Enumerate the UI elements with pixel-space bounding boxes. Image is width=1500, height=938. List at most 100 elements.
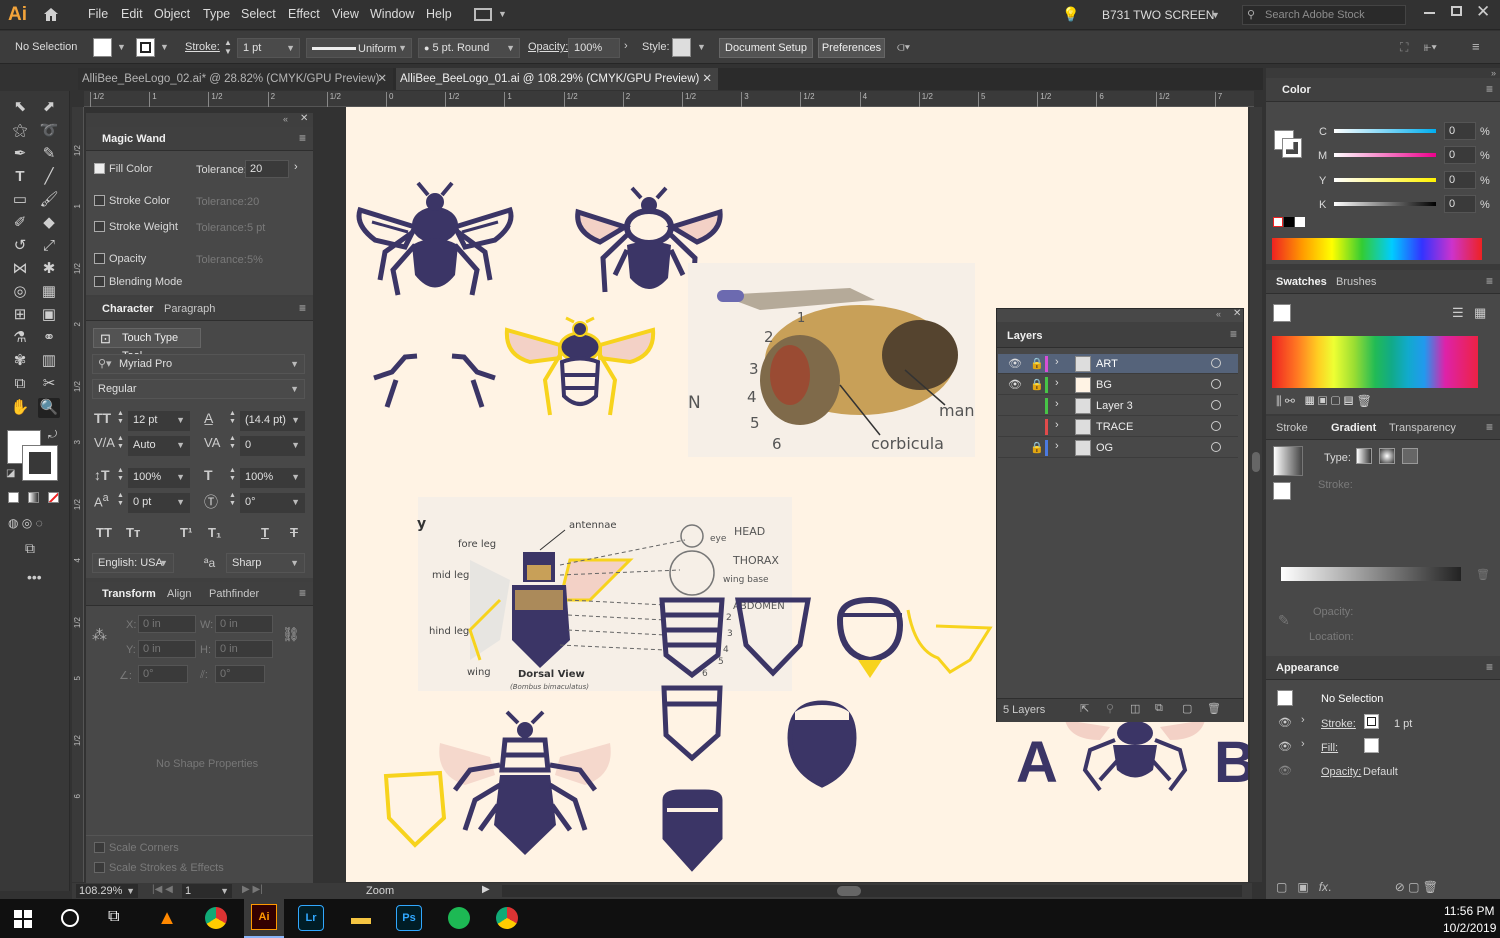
menu-type[interactable]: Type: [203, 7, 230, 21]
close-icon[interactable]: ✕: [1233, 308, 1241, 319]
panel-menu-icon[interactable]: ≡: [299, 586, 306, 600]
opacity-field[interactable]: 100%: [568, 38, 620, 58]
font-style-select[interactable]: Regular ▼: [92, 379, 305, 399]
collapse-icon[interactable]: «: [283, 114, 288, 124]
document-setup-button[interactable]: Document Setup: [719, 38, 813, 58]
stroke-weight-checkbox[interactable]: [94, 221, 105, 232]
stepper-icon[interactable]: ▲ ▼: [117, 410, 124, 426]
trash-icon[interactable]: 🗑: [1476, 568, 1490, 581]
stepper-icon[interactable]: ▲ ▼: [229, 492, 236, 508]
collapse-icon[interactable]: «: [1216, 309, 1221, 319]
symbol-sprayer-tool-icon[interactable]: ✾: [9, 351, 31, 371]
kerning-select[interactable]: Auto ▼: [128, 436, 190, 456]
chevron-down-icon[interactable]: ▼: [1211, 10, 1220, 20]
vertical-scale-select[interactable]: 100% ▼: [128, 468, 190, 488]
chevron-right-icon[interactable]: ›: [1055, 419, 1059, 431]
menu-view[interactable]: View: [332, 7, 359, 21]
direct-selection-tool-icon[interactable]: ⬈: [38, 97, 60, 117]
graph-tool-icon[interactable]: ▥: [38, 351, 60, 371]
rotate-field[interactable]: 0°: [138, 665, 188, 683]
clock-date[interactable]: 10/2/2019: [1443, 921, 1496, 935]
appearance-opacity-label[interactable]: Opacity:: [1321, 766, 1361, 778]
baseline-shift-select[interactable]: 0 pt ▼: [128, 493, 190, 513]
lock-icon[interactable]: 🔒: [1030, 357, 1044, 370]
small-caps-icon[interactable]: Tт: [126, 525, 140, 540]
eye-icon[interactable]: 👁: [1278, 764, 1292, 777]
panel-menu-icon[interactable]: ≡: [1486, 82, 1493, 96]
stepper-icon[interactable]: ▲ ▼: [229, 435, 236, 451]
chevron-right-icon[interactable]: ›: [1055, 356, 1059, 368]
stroke-color-box[interactable]: [1282, 138, 1302, 158]
chevron-right-icon[interactable]: ›: [1301, 714, 1305, 726]
leading-select[interactable]: (14.4 pt) ▼: [240, 411, 305, 431]
stepper-icon[interactable]: ▲ ▼: [117, 467, 124, 483]
search-stock-input[interactable]: ⚲ Search Adobe Stock: [1242, 5, 1406, 25]
stroke-swatch[interactable]: [1364, 714, 1379, 729]
reference-point-icon[interactable]: ⁂: [92, 626, 107, 644]
gradient-mode-icon[interactable]: [28, 492, 39, 503]
panel-menu-icon[interactable]: ≡: [1486, 660, 1493, 674]
menu-window[interactable]: Window: [370, 7, 414, 21]
panel-menu-icon[interactable]: ≡: [1486, 274, 1493, 288]
white-swatch[interactable]: [1295, 217, 1305, 227]
target-icon[interactable]: [1211, 421, 1221, 431]
fill-color-box[interactable]: [1273, 482, 1291, 500]
scale-strokes-checkbox[interactable]: [94, 862, 105, 873]
curvature-tool-icon[interactable]: ✎: [38, 144, 60, 164]
illustrator-icon[interactable]: Ai: [244, 899, 284, 938]
default-colors-icon[interactable]: ◪: [6, 468, 15, 479]
bee-logo-outline[interactable]: [356, 181, 514, 296]
chevron-down-icon[interactable]: ▼: [498, 9, 507, 19]
chrome-icon[interactable]: [201, 903, 231, 933]
panel-menu-icon[interactable]: ≡: [1230, 327, 1237, 341]
artboard-tool-icon[interactable]: ⧉: [9, 374, 31, 394]
tab-character[interactable]: Character: [102, 303, 153, 315]
channel-m-field[interactable]: 0: [1444, 146, 1476, 164]
all-caps-icon[interactable]: TT: [96, 525, 112, 540]
close-icon[interactable]: ✕: [377, 68, 387, 90]
layer-row-trace[interactable]: › TRACE: [998, 417, 1238, 437]
touch-type-tool-button[interactable]: ⊡Touch Type Tool: [93, 328, 201, 362]
locate-object-icon[interactable]: ⚲: [1106, 702, 1114, 715]
none-mode-icon[interactable]: [48, 492, 59, 503]
paintbrush-tool-icon[interactable]: 🖌: [38, 190, 60, 210]
selection-tool-icon[interactable]: ⬉: [9, 97, 31, 117]
pen-tool-icon[interactable]: ✒: [9, 144, 31, 164]
yellow-slider[interactable]: [1334, 178, 1436, 182]
tab-document-01[interactable]: AlliBee_BeeLogo_01.ai @ 108.29% (CMYK/GP…: [396, 68, 718, 90]
swatch-grid[interactable]: [1272, 336, 1478, 388]
eyedropper-tool-icon[interactable]: ⚗: [9, 328, 31, 348]
graphic-style-swatch[interactable]: [672, 38, 691, 57]
cortana-icon[interactable]: [61, 909, 79, 927]
superscript-icon[interactable]: T¹: [180, 525, 192, 540]
cyan-slider[interactable]: [1334, 129, 1436, 133]
magic-wand-tab[interactable]: Magic Wand: [102, 133, 166, 145]
panel-menu-icon[interactable]: ≡: [299, 131, 306, 145]
eye-icon[interactable]: 👁: [1008, 357, 1022, 370]
chevron-right-icon[interactable]: ›: [1055, 398, 1059, 410]
chevron-right-icon[interactable]: ›: [1055, 440, 1059, 452]
appearance-fill-label[interactable]: Fill:: [1321, 742, 1338, 754]
menu-edit[interactable]: Edit: [121, 7, 143, 21]
radial-gradient-icon[interactable]: [1379, 448, 1395, 464]
strikethrough-icon[interactable]: T: [290, 525, 298, 540]
legs-right[interactable]: [451, 353, 496, 408]
perspective-grid-tool-icon[interactable]: ▦: [38, 282, 60, 302]
chevron-right-icon[interactable]: ›: [294, 161, 298, 173]
chevron-down-icon[interactable]: ▼: [697, 42, 706, 52]
artboard-nav-next-icon[interactable]: ▶ ▶|: [242, 884, 263, 895]
tab-pathfinder[interactable]: Pathfinder: [209, 588, 259, 600]
stroke-label[interactable]: Stroke:: [185, 41, 220, 53]
constrain-proportions-icon[interactable]: ⛓: [282, 626, 300, 643]
black-swatch[interactable]: [1284, 217, 1294, 227]
rotate-tool-icon[interactable]: ↺: [9, 236, 31, 256]
swap-colors-icon[interactable]: ⤾: [48, 429, 57, 442]
chevron-down-icon[interactable]: ▼: [160, 42, 169, 52]
fill-swatch[interactable]: [93, 38, 112, 57]
target-icon[interactable]: [1211, 379, 1221, 389]
preferences-button[interactable]: Preferences: [818, 38, 885, 58]
eye-icon[interactable]: 👁: [1278, 716, 1292, 729]
line-tool-icon[interactable]: ╱: [38, 167, 60, 187]
tab-appearance[interactable]: Appearance: [1276, 662, 1339, 674]
opacity-label[interactable]: Opacity:: [528, 41, 568, 53]
